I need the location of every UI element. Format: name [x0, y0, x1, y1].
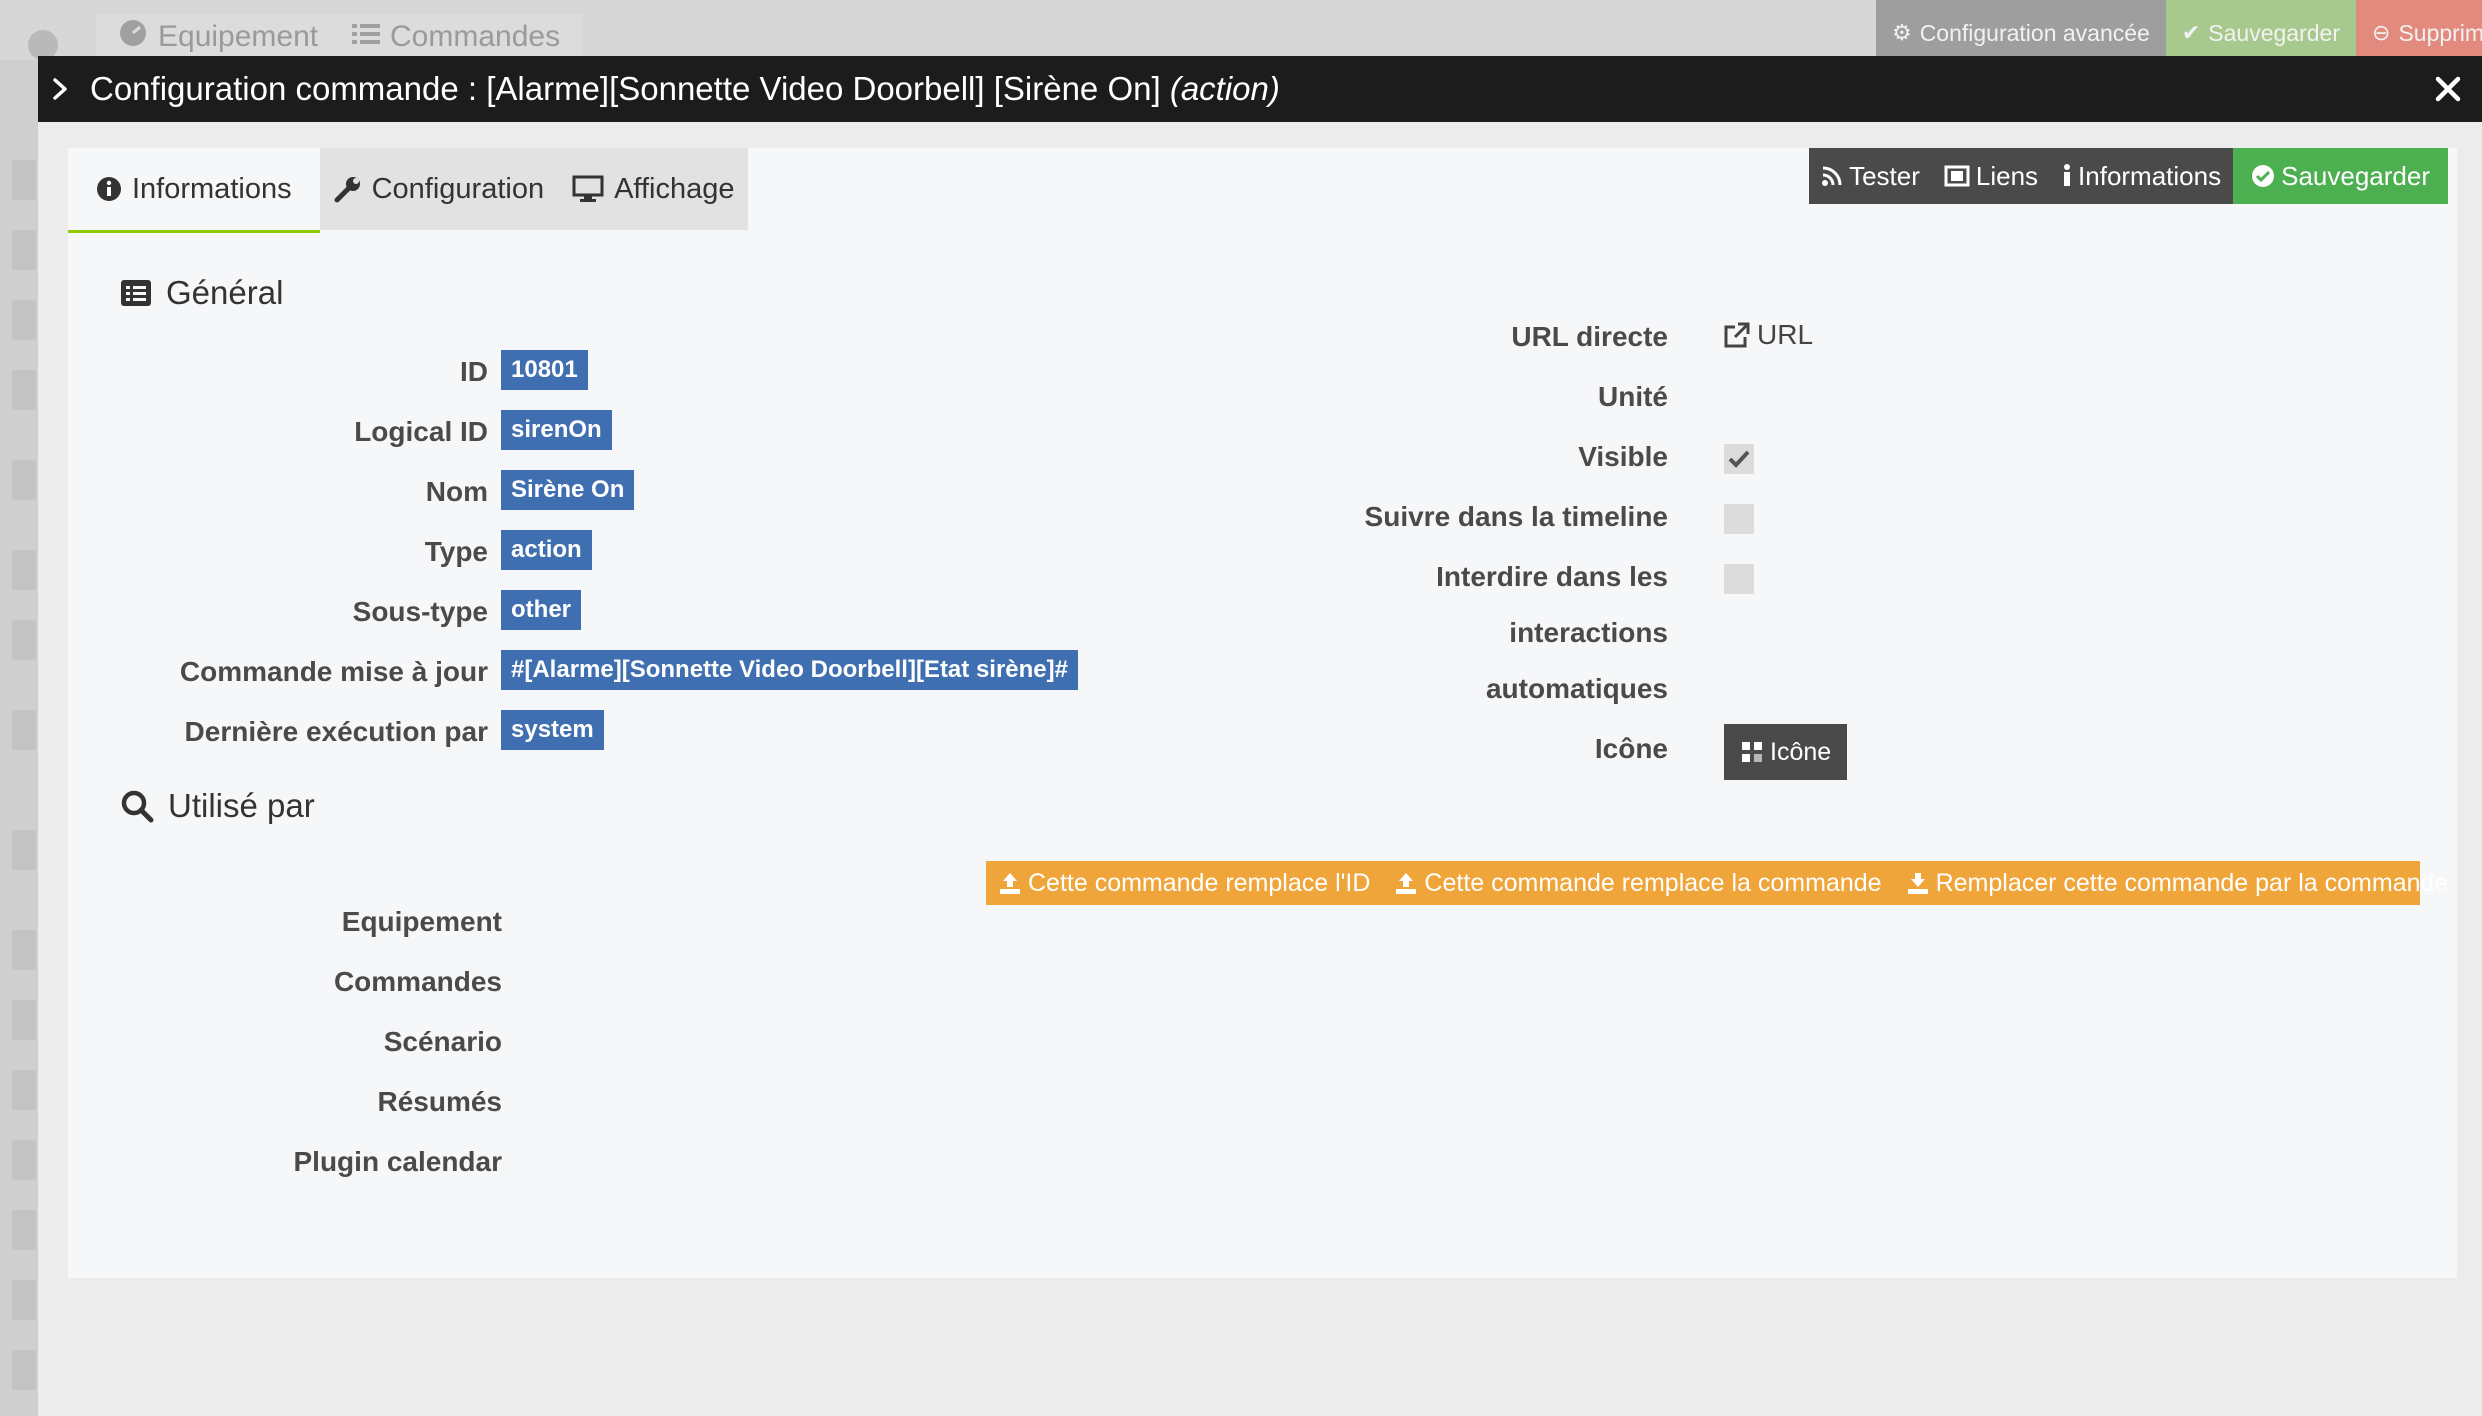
- replace-actions-bar: Cette commande remplace l'ID Cette comma…: [986, 861, 2448, 905]
- replace-id-button[interactable]: Cette commande remplace l'ID: [986, 861, 1382, 905]
- used-by-commandes: Commandes: [333, 966, 502, 997]
- save-button[interactable]: Sauvegarder: [2233, 148, 2448, 204]
- replace-by-command-button[interactable]: Remplacer cette commande par la commande: [1894, 861, 2461, 905]
- informations-button[interactable]: Informations: [2050, 148, 2234, 204]
- background-sidebar: [0, 90, 40, 1416]
- field-label-name: Nom: [425, 476, 488, 507]
- visible-checkbox[interactable]: [1724, 444, 1754, 474]
- field-label-type: Type: [424, 536, 488, 567]
- interdire-label-line1: Interdire dans les: [1436, 561, 1668, 592]
- field-label-logical-id: Logical ID: [354, 416, 488, 447]
- field-label-subtype: Sous-type: [352, 596, 488, 627]
- check-circle-icon: [2251, 164, 2275, 188]
- bg-tab-label: Equipement: [158, 20, 319, 53]
- used-by-plugin-calendar: Plugin calendar: [293, 1146, 503, 1177]
- info-icon: [2062, 164, 2072, 188]
- used-by-equipement: Equipement: [341, 906, 502, 937]
- visible-label: Visible: [1578, 441, 1668, 472]
- bg-strip-item: [12, 550, 36, 590]
- timeline-label: Suivre dans la timeline: [1364, 501, 1668, 532]
- check-icon: [1728, 450, 1750, 468]
- timeline-checkbox[interactable]: [1724, 504, 1754, 534]
- upload-icon: [998, 871, 1022, 895]
- interdire-checkbox[interactable]: [1724, 564, 1754, 594]
- used-by-section-title: Utilisé par: [120, 787, 315, 825]
- external-link-icon: [1723, 321, 1751, 349]
- unit-label: Unité: [1598, 381, 1668, 412]
- used-by-scenario: Scénario: [383, 1026, 502, 1057]
- wrench-icon: [334, 175, 362, 203]
- list-alt-icon: [120, 279, 152, 307]
- rss-icon: [1821, 165, 1843, 187]
- check-circle-icon: ✔: [2181, 20, 2201, 45]
- field-value-last-exec: system: [501, 710, 604, 750]
- bg-strip-item: [12, 830, 36, 870]
- url-link[interactable]: URL: [1723, 319, 1813, 351]
- url-direct-label: URL directe: [1511, 321, 1668, 352]
- links-button[interactable]: Liens: [1931, 148, 2051, 204]
- bg-strip-item: [12, 1210, 36, 1250]
- field-value-type: action: [501, 530, 592, 570]
- list-icon: [352, 20, 380, 54]
- field-value-id: 10801: [501, 350, 588, 390]
- chevron-right-icon: [52, 78, 72, 100]
- field-label-update-cmd: Commande mise à jour: [179, 656, 488, 687]
- bg-tab-equipement[interactable]: Equipement: [96, 14, 341, 60]
- field-value-subtype: other: [501, 590, 581, 630]
- cogs-icon: ⚙: [1891, 20, 1912, 45]
- bg-strip-item: [12, 1140, 36, 1180]
- field-label-id: ID: [460, 356, 488, 387]
- bg-strip-item: [12, 460, 36, 500]
- modal-tabs: Informations Configuration Affichage: [68, 148, 749, 233]
- interdire-label-line3: automatiques: [1485, 673, 1668, 704]
- used-by-resumes: Résumés: [377, 1086, 502, 1117]
- bg-strip-item: [12, 620, 36, 660]
- modal-title-suffix: (action): [1169, 70, 1280, 107]
- bg-strip-item: [12, 930, 36, 970]
- choose-icon-button[interactable]: Icône: [1724, 724, 1848, 780]
- icon-label: Icône: [1594, 733, 1668, 764]
- bg-strip-item: [12, 300, 36, 340]
- bg-strip-item: [12, 160, 36, 200]
- search-icon: [120, 789, 154, 823]
- bg-strip-item: [12, 370, 36, 410]
- bg-strip-item: [12, 1350, 36, 1390]
- upload-icon: [1394, 871, 1418, 895]
- interdire-label-line2: interactions: [1509, 617, 1668, 648]
- object-group-icon: [1944, 165, 1970, 187]
- replace-command-button[interactable]: Cette commande remplace la commande: [1382, 861, 1893, 905]
- bg-tab-commandes[interactable]: Commandes: [330, 14, 583, 60]
- tachometer-icon: [118, 18, 148, 56]
- tab-affichage[interactable]: Affichage: [558, 148, 749, 230]
- general-section-title: Général: [120, 274, 283, 312]
- modal-toolbar: Tester Liens Informations Sauvegarder: [1809, 148, 2448, 204]
- tab-informations[interactable]: Informations: [68, 148, 320, 233]
- bg-tab-label: Commandes: [390, 20, 561, 53]
- minus-circle-icon: ⊖: [2372, 20, 2391, 45]
- bg-strip-item: [12, 1070, 36, 1110]
- bg-strip-item: [12, 710, 36, 750]
- field-value-logical-id: sirenOn: [501, 410, 612, 450]
- modal-header: Configuration commande : [Alarme][Sonnet…: [38, 56, 2482, 122]
- flag-icon: [1740, 740, 1764, 764]
- bg-strip-item: [12, 1280, 36, 1320]
- field-value-update-cmd: #[Alarme][Sonnette Video Doorbell][Etat …: [501, 650, 1078, 690]
- info-circle-icon: [96, 176, 122, 202]
- close-icon[interactable]: [2430, 71, 2466, 107]
- test-button[interactable]: Tester: [1809, 148, 1932, 204]
- desktop-icon: [572, 175, 604, 203]
- modal-title: Configuration commande : [Alarme][Sonnet…: [90, 70, 1280, 107]
- bg-strip-item: [12, 230, 36, 270]
- command-config-modal: Configuration commande : [Alarme][Sonnet…: [38, 56, 2482, 1416]
- field-label-last-exec: Dernière exécution par: [184, 716, 488, 747]
- tab-configuration[interactable]: Configuration: [319, 148, 559, 230]
- bg-strip-item: [12, 1000, 36, 1040]
- download-icon: [1906, 871, 1930, 895]
- field-value-name: Sirène On: [501, 470, 635, 510]
